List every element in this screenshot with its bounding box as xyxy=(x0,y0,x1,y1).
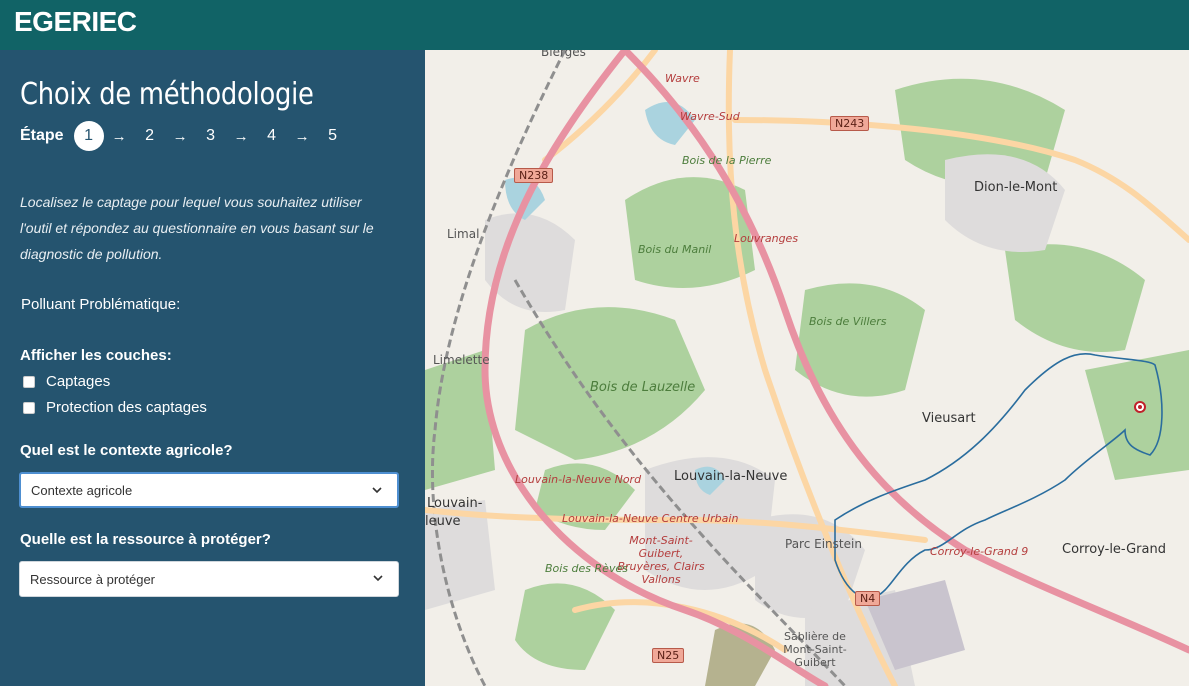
map-label: Limelette xyxy=(433,353,490,367)
step-arrow-icon: → xyxy=(294,127,310,145)
step-arrow-icon: → xyxy=(111,127,127,145)
map-label: Louvain-la-Neuve Centre Urbain xyxy=(562,512,739,525)
select-value: Ressource à protéger xyxy=(30,571,156,587)
layer-label: Captages xyxy=(46,373,111,390)
sidebar-panel: Choix de méthodologie Étape 1 → 2 → 3 → … xyxy=(0,50,425,686)
map-label: Bois du Manil xyxy=(638,243,712,256)
checkbox[interactable] xyxy=(23,401,35,414)
steps-label: Étape xyxy=(20,127,64,144)
step-1[interactable]: 1 xyxy=(73,121,104,151)
map-label: Bois de Lauzelle xyxy=(590,380,696,395)
layer-toggle-captages[interactable]: Captages xyxy=(23,373,110,390)
map-label: Wavre-Sud xyxy=(680,110,740,123)
question-agricultural-context: Quel est le contexte agricole? xyxy=(20,442,233,459)
brand-logo[interactable]: EGERIEC xyxy=(14,6,137,38)
map-label: Sablière de Mont-Saint-Guibert xyxy=(783,630,847,669)
question-resource: Quelle est la ressource à protéger? xyxy=(20,531,271,548)
layer-label: Protection des captages xyxy=(46,399,207,416)
map-label: Parc Einstein xyxy=(785,537,862,551)
map-label: Louvain-la-Neuve xyxy=(674,469,788,484)
checkbox[interactable] xyxy=(23,375,35,388)
map-label: Corroy-le-Grand 9 xyxy=(930,545,1029,558)
map-canvas xyxy=(425,50,1189,686)
map-view[interactable]: Bierges Wavre Wavre-Sud Dion-le-Mont Lim… xyxy=(425,50,1189,686)
map-label: Limal xyxy=(447,227,480,241)
road-shield: N243 xyxy=(830,116,870,131)
instructions-text: Localisez le captage pour lequel vous so… xyxy=(20,194,374,262)
map-label: Bois des Rèves xyxy=(545,562,628,575)
location-marker-icon[interactable] xyxy=(1134,401,1146,413)
select-value: Contexte agricole xyxy=(31,482,133,498)
map-label: Vieusart xyxy=(922,411,976,426)
forest-area xyxy=(515,583,615,670)
map-label: Dion-le-Mont xyxy=(974,180,1058,195)
map-label: Louvranges xyxy=(734,232,799,245)
map-label: Bierges xyxy=(541,50,586,59)
resource-select[interactable]: Ressource à protéger xyxy=(19,561,399,597)
step-3[interactable]: 3 xyxy=(196,121,226,151)
page-title: Choix de méthodologie xyxy=(20,77,314,112)
step-arrow-icon: → xyxy=(172,127,188,145)
map-label: Louvain-la-Neuve Nord xyxy=(515,473,642,486)
step-arrow-icon: → xyxy=(233,127,249,145)
map-label: Wavre xyxy=(665,72,700,85)
chevron-down-icon xyxy=(372,487,382,494)
step-indicator: Étape 1 → 2 → 3 → 4 → 5 xyxy=(20,121,348,151)
layers-title: Afficher les couches: xyxy=(20,347,172,364)
top-bar: EGERIEC xyxy=(0,0,1189,50)
step-4[interactable]: 4 xyxy=(257,121,287,151)
map-label: Bois de Villers xyxy=(809,315,887,328)
road-shield: N238 xyxy=(514,168,554,183)
agricultural-context-select[interactable]: Contexte agricole xyxy=(19,472,399,508)
map-label: Louvain- xyxy=(427,496,483,511)
pollutant-label: Polluant Problématique: xyxy=(21,296,181,313)
layer-toggle-protection[interactable]: Protection des captages xyxy=(23,399,207,416)
map-label: Corroy-le-Grand xyxy=(1062,542,1166,557)
map-label: Bois de la Pierre xyxy=(682,154,772,167)
map-label: leuve xyxy=(425,514,461,529)
step-2[interactable]: 2 xyxy=(135,121,165,151)
road-shield: N25 xyxy=(652,648,685,663)
map-label: Mont-Saint-Guibert, Bruyères, Clairs Val… xyxy=(617,534,705,586)
chevron-down-icon xyxy=(373,575,383,582)
road-shield: N4 xyxy=(855,591,881,606)
forest-area xyxy=(1085,350,1189,480)
forest-area xyxy=(1005,244,1145,352)
step-5[interactable]: 5 xyxy=(318,121,348,151)
